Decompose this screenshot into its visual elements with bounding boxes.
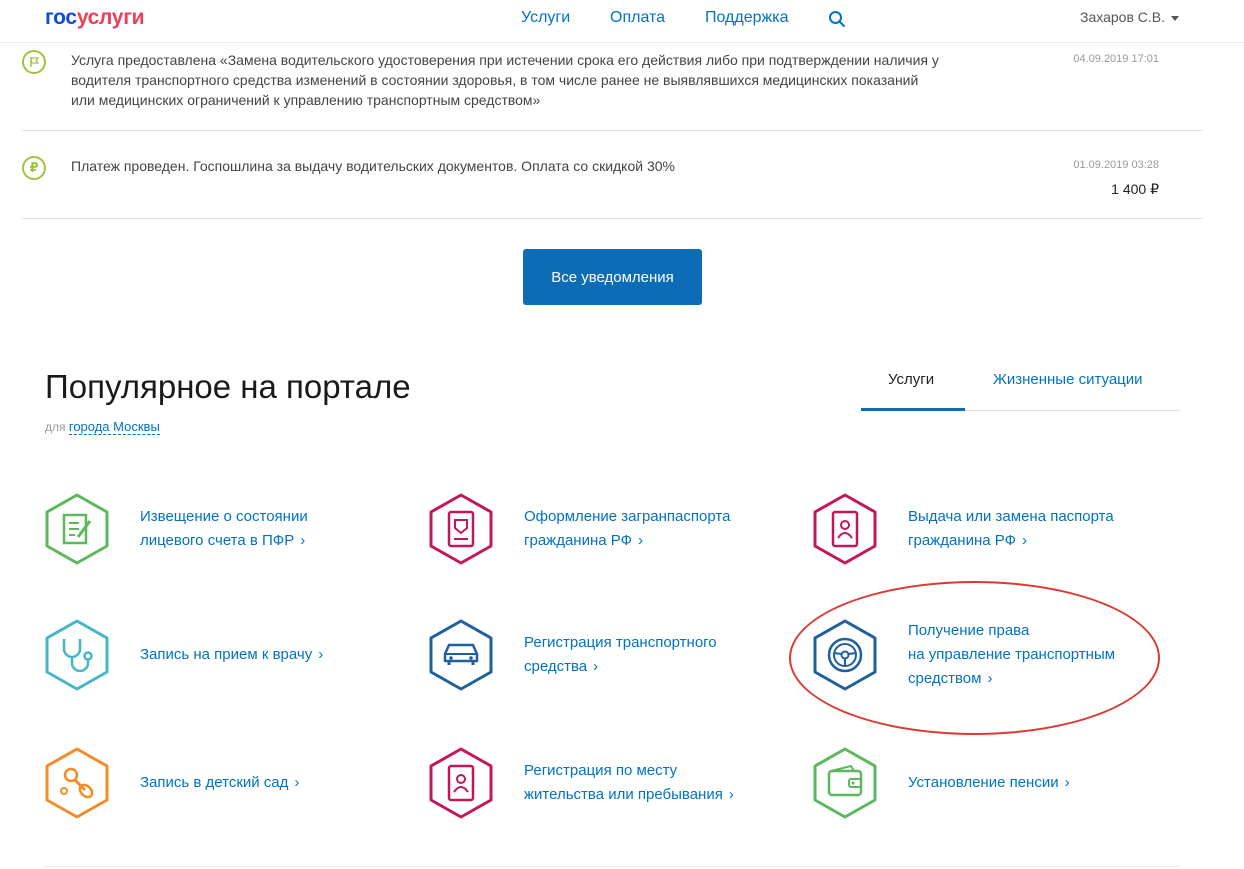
notification-text: Платеж проведен. Госпошлина за выдачу во…	[71, 158, 675, 174]
region-note: для города Москвы	[45, 419, 160, 435]
chevron-right-icon: ›	[300, 532, 306, 549]
search-icon[interactable]	[828, 10, 846, 28]
notification-amount: 1 400 ₽	[1111, 181, 1159, 197]
notification-date: 01.09.2019 03:28	[1073, 159, 1159, 171]
notification-item: ₽ Платеж проведен. Госпошлина за выдачу …	[22, 131, 1203, 219]
document-edit-icon	[45, 493, 109, 565]
chevron-right-icon: ›	[593, 658, 599, 675]
tab-life-situations[interactable]: Жизненные ситуации	[993, 371, 1143, 388]
chevron-right-icon: ›	[294, 774, 300, 791]
section-title: Популярное на портале	[45, 368, 411, 405]
user-name: Захаров С.В.	[1080, 9, 1165, 25]
service-doctor-appointment[interactable]: Запись на прием к врачу ›	[44, 619, 384, 691]
flag-icon	[22, 50, 46, 74]
notification-item: Услуга предоставлена «Замена водительско…	[22, 43, 1203, 131]
passport-icon	[429, 493, 493, 565]
service-label: Установление пенсии ›	[908, 771, 1158, 795]
tab-services[interactable]: Услуги	[888, 371, 934, 388]
region-prefix: для	[45, 420, 66, 434]
notification-date: 04.09.2019 17:01	[1073, 53, 1159, 65]
service-kindergarten[interactable]: Запись в детский сад ›	[44, 747, 384, 819]
pacifier-icon	[45, 747, 109, 819]
service-residence-registration[interactable]: Регистрация по месту жительства или преб…	[428, 747, 768, 819]
all-notifications-button[interactable]: Все уведомления	[523, 249, 702, 305]
top-header: госуслуги Услуги Оплата Поддержка Захаро…	[0, 0, 1244, 43]
chevron-right-icon: ›	[728, 786, 734, 803]
bottom-divider	[45, 866, 1180, 867]
logo-part-gos: гос	[45, 6, 77, 29]
highlight-ellipse	[789, 581, 1160, 735]
nav-support[interactable]: Поддержка	[705, 9, 788, 27]
notification-text: Услуга предоставлена «Замена водительско…	[71, 52, 939, 108]
service-pension[interactable]: Установление пенсии ›	[812, 747, 1152, 819]
service-label: Регистрация по месту жительства или преб…	[524, 759, 774, 807]
chevron-right-icon: ›	[637, 532, 643, 549]
registration-icon	[429, 747, 493, 819]
active-tab-indicator	[861, 408, 965, 411]
chevron-down-icon	[1171, 15, 1179, 21]
nav-services[interactable]: Услуги	[521, 9, 570, 27]
service-label: Извещение о состоянии лицевого счета в П…	[140, 505, 390, 553]
service-label: Оформление загранпаспорта гражданина РФ ›	[524, 505, 774, 553]
service-pfr-account[interactable]: Извещение о состоянии лицевого счета в П…	[44, 493, 384, 565]
ruble-icon: ₽	[22, 156, 46, 180]
service-label: Выдача или замена паспорта гражданина РФ…	[908, 505, 1158, 553]
service-passport-replacement[interactable]: Выдача или замена паспорта гражданина РФ…	[812, 493, 1152, 565]
user-menu[interactable]: Захаров С.В.	[1080, 9, 1179, 25]
wallet-icon	[813, 747, 877, 819]
stethoscope-icon	[45, 619, 109, 691]
service-label: Регистрация транспортного средства ›	[524, 631, 774, 679]
chevron-right-icon: ›	[1021, 532, 1027, 549]
service-vehicle-registration[interactable]: Регистрация транспортного средства ›	[428, 619, 768, 691]
car-icon	[429, 619, 493, 691]
passport-person-icon	[813, 493, 877, 565]
service-label: Запись в детский сад ›	[140, 771, 390, 795]
gosuslugi-logo[interactable]: госуслуги	[45, 6, 145, 30]
logo-part-uslugi: услуги	[76, 6, 145, 29]
service-label: Запись на прием к врачу ›	[140, 643, 390, 667]
chevron-right-icon: ›	[318, 646, 324, 663]
nav-payment[interactable]: Оплата	[610, 9, 665, 27]
service-foreign-passport[interactable]: Оформление загранпаспорта гражданина РФ ›	[428, 493, 768, 565]
region-city-link[interactable]: города Москвы	[68, 419, 160, 435]
chevron-right-icon: ›	[1064, 774, 1070, 791]
